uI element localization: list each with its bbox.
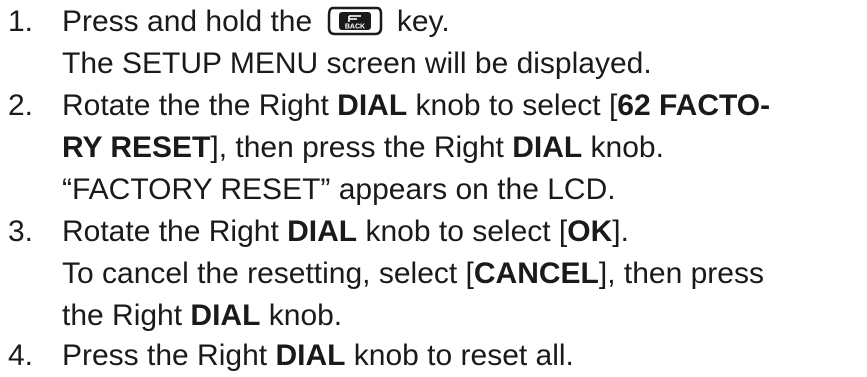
- step-text: The SETUP MENU screen will be displayed.: [62, 47, 652, 80]
- step-text: Press and hold the: [62, 5, 313, 38]
- step-number: 1.: [8, 5, 34, 38]
- step-text: knob to select [: [357, 215, 568, 248]
- back-key-label: BACK: [344, 24, 364, 31]
- dial-label: DIAL: [337, 89, 408, 122]
- step-text: To cancel the resetting, select [: [62, 257, 474, 290]
- step-number: 4.: [8, 339, 34, 372]
- option-label: CANCEL: [473, 257, 599, 290]
- step-text: ], then press: [598, 257, 764, 290]
- step-text: Press the Right: [62, 339, 276, 372]
- step-text: “FACTORY RESET” appears on the LCD.: [62, 173, 616, 206]
- option-label: OK: [567, 215, 613, 248]
- dial-label: DIAL: [190, 299, 261, 332]
- menu-item-label: RY RESET: [62, 131, 211, 164]
- step-text: Rotate the the Right: [62, 89, 338, 122]
- dial-label: DIAL: [512, 131, 583, 164]
- step-text: knob to select [: [407, 89, 618, 122]
- step-text: knob to reset all.: [345, 339, 574, 372]
- step-text: key.: [396, 5, 450, 38]
- step-number: 3.: [8, 215, 34, 248]
- menu-item-label: 62 FACTO-: [617, 89, 771, 122]
- step-text: Rotate the Right: [62, 215, 288, 248]
- dial-label: DIAL: [287, 215, 358, 248]
- step-text: ], then press the Right: [210, 131, 513, 164]
- step-text: knob.: [582, 131, 664, 164]
- step-text: the Right: [62, 299, 191, 332]
- step-number: 2.: [8, 89, 34, 122]
- dial-label: DIAL: [275, 339, 346, 372]
- back-key-icon: BACK: [327, 6, 383, 36]
- step-text: ].: [612, 215, 629, 248]
- step-text: knob.: [260, 299, 343, 332]
